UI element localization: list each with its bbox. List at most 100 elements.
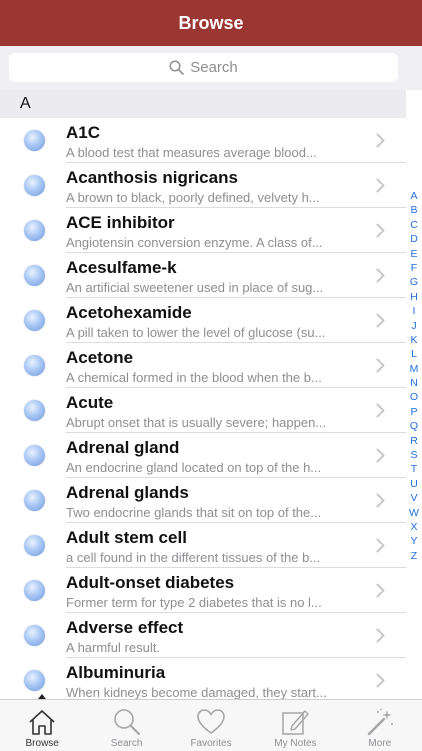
- index-letter[interactable]: W: [406, 506, 422, 520]
- bullet-icon: [24, 535, 45, 556]
- tab-label: Favorites: [190, 738, 232, 749]
- index-letter[interactable]: A: [406, 189, 422, 203]
- chevron-right-icon: [376, 448, 385, 463]
- list-item[interactable]: Adult stem cell a cell found in the diffe…: [0, 523, 406, 568]
- term-title: Acesulfame-k: [66, 258, 177, 277]
- heart-icon: [197, 709, 225, 734]
- bullet-icon: [24, 625, 45, 646]
- index-letter[interactable]: J: [406, 319, 422, 333]
- index-letter[interactable]: I: [406, 304, 422, 318]
- index-letter[interactable]: G: [406, 275, 422, 289]
- index-letter[interactable]: D: [406, 232, 422, 246]
- index-letter[interactable]: Z: [406, 549, 422, 563]
- term-definition: A blood test that measures average blood…: [66, 145, 317, 160]
- tab-favorites[interactable]: Favorites: [169, 700, 253, 751]
- bullet-icon: [24, 355, 45, 376]
- bullet-icon: [24, 670, 45, 691]
- search-input[interactable]: Search: [9, 53, 398, 82]
- term-definition: A brown to black, poorly defined, velvet…: [66, 190, 320, 205]
- chevron-right-icon: [376, 403, 385, 418]
- index-letter[interactable]: H: [406, 290, 422, 304]
- term-title: Acetohexamide: [66, 303, 192, 322]
- index-letter[interactable]: T: [406, 462, 422, 476]
- term-title: Adverse effect: [66, 618, 184, 637]
- chevron-right-icon: [376, 268, 385, 283]
- index-letter[interactable]: Q: [406, 419, 422, 433]
- term-list: A1C A blood test that measures average bl…: [0, 118, 406, 703]
- index-letter[interactable]: M: [406, 362, 422, 376]
- index-letter[interactable]: N: [406, 376, 422, 390]
- tab-more[interactable]: More: [338, 700, 422, 751]
- index-letter[interactable]: P: [406, 405, 422, 419]
- bullet-icon: [24, 130, 45, 151]
- term-title: Adult-onset diabetes: [66, 573, 235, 592]
- tab-label: More: [368, 738, 392, 749]
- list-item[interactable]: Adrenal gland An endocrine gland located …: [0, 433, 406, 478]
- list-item[interactable]: Acetone A chemical formed in the blood wh…: [0, 343, 406, 388]
- index-letter[interactable]: C: [406, 218, 422, 232]
- index-letter[interactable]: O: [406, 390, 422, 404]
- chevron-right-icon: [376, 178, 385, 193]
- list-item[interactable]: Acanthosis nigricans A brown to black, po…: [0, 163, 406, 208]
- magnifier-icon: [113, 709, 140, 735]
- bullet-icon: [24, 490, 45, 511]
- chevron-right-icon: [376, 538, 385, 553]
- bullet-icon: [24, 310, 45, 331]
- term-title: ACE inhibitor: [66, 213, 175, 232]
- tab-label: Search: [110, 738, 143, 749]
- index-letter[interactable]: U: [406, 477, 422, 491]
- index-letter[interactable]: V: [406, 491, 422, 505]
- term-definition: When kidneys become damaged, they start.…: [66, 685, 327, 700]
- index-letter[interactable]: E: [406, 247, 422, 261]
- term-title: A1C: [66, 123, 101, 142]
- section-header: A: [0, 90, 406, 118]
- index-letter[interactable]: X: [406, 520, 422, 534]
- list-item[interactable]: Adult-onset diabetes Former term for type…: [0, 568, 406, 613]
- tab-label: Browse: [25, 738, 59, 749]
- list-item[interactable]: ACE inhibitor Angiotensin conversion enzy…: [0, 208, 406, 253]
- alphabet-index[interactable]: ABCDEFGHIJKLMNOPQRSTUVWXYZ: [406, 189, 422, 563]
- index-letter[interactable]: L: [406, 347, 422, 361]
- tab-bar: Browse Search Favorites My Notes More: [0, 694, 422, 751]
- chevron-right-icon: [376, 133, 385, 148]
- tab-my-notes[interactable]: My Notes: [253, 700, 337, 751]
- index-letter[interactable]: B: [406, 203, 422, 217]
- tab-browse[interactable]: Browse: [0, 694, 84, 751]
- term-title: Acetone: [66, 348, 134, 367]
- list-item[interactable]: Acetohexamide A pill taken to lower the l…: [0, 298, 406, 343]
- bullet-icon: [24, 445, 45, 466]
- term-definition: An endocrine gland located on top of the…: [66, 460, 322, 475]
- index-letter[interactable]: Y: [406, 534, 422, 548]
- list-item[interactable]: Adverse effect A harmful result.: [0, 613, 406, 658]
- list-item[interactable]: Acesulfame-k An artificial sweetener used…: [0, 253, 406, 298]
- search-icon: [169, 60, 185, 75]
- list-item[interactable]: Adrenal glands Two endocrine glands that …: [0, 478, 406, 523]
- list-item[interactable]: A1C A blood test that measures average bl…: [0, 118, 406, 163]
- term-definition: a cell found in the different tissues of…: [66, 550, 321, 565]
- chevron-right-icon: [376, 673, 385, 688]
- term-definition: Abrupt onset that is usually severe; hap…: [66, 415, 327, 430]
- bullet-icon: [24, 175, 45, 196]
- index-letter[interactable]: K: [406, 333, 422, 347]
- tab-label: My Notes: [274, 738, 317, 749]
- tab-search[interactable]: Search: [84, 700, 168, 751]
- page-title: Browse: [178, 12, 244, 33]
- index-letter[interactable]: S: [406, 448, 422, 462]
- term-title: Adrenal gland: [66, 438, 180, 457]
- term-definition: A chemical formed in the blood when the …: [66, 370, 322, 385]
- term-title: Albuminuria: [66, 663, 166, 682]
- list-item[interactable]: Albuminuria When kidneys become damaged, …: [0, 658, 406, 703]
- bullet-icon: [24, 400, 45, 421]
- term-definition: Two endocrine glands that sit on top of …: [66, 505, 322, 520]
- index-letter[interactable]: R: [406, 434, 422, 448]
- chevron-right-icon: [376, 223, 385, 238]
- bullet-icon: [24, 220, 45, 241]
- chevron-right-icon: [376, 628, 385, 643]
- term-definition: A pill taken to lower the level of gluco…: [66, 325, 326, 340]
- search-placeholder: Search: [190, 59, 238, 76]
- search-bar-container: Search: [0, 46, 422, 90]
- index-letter[interactable]: F: [406, 261, 422, 275]
- list-item[interactable]: Acute Abrupt onset that is usually severe…: [0, 388, 406, 433]
- chevron-right-icon: [376, 583, 385, 598]
- active-tab-indicator: [38, 694, 46, 699]
